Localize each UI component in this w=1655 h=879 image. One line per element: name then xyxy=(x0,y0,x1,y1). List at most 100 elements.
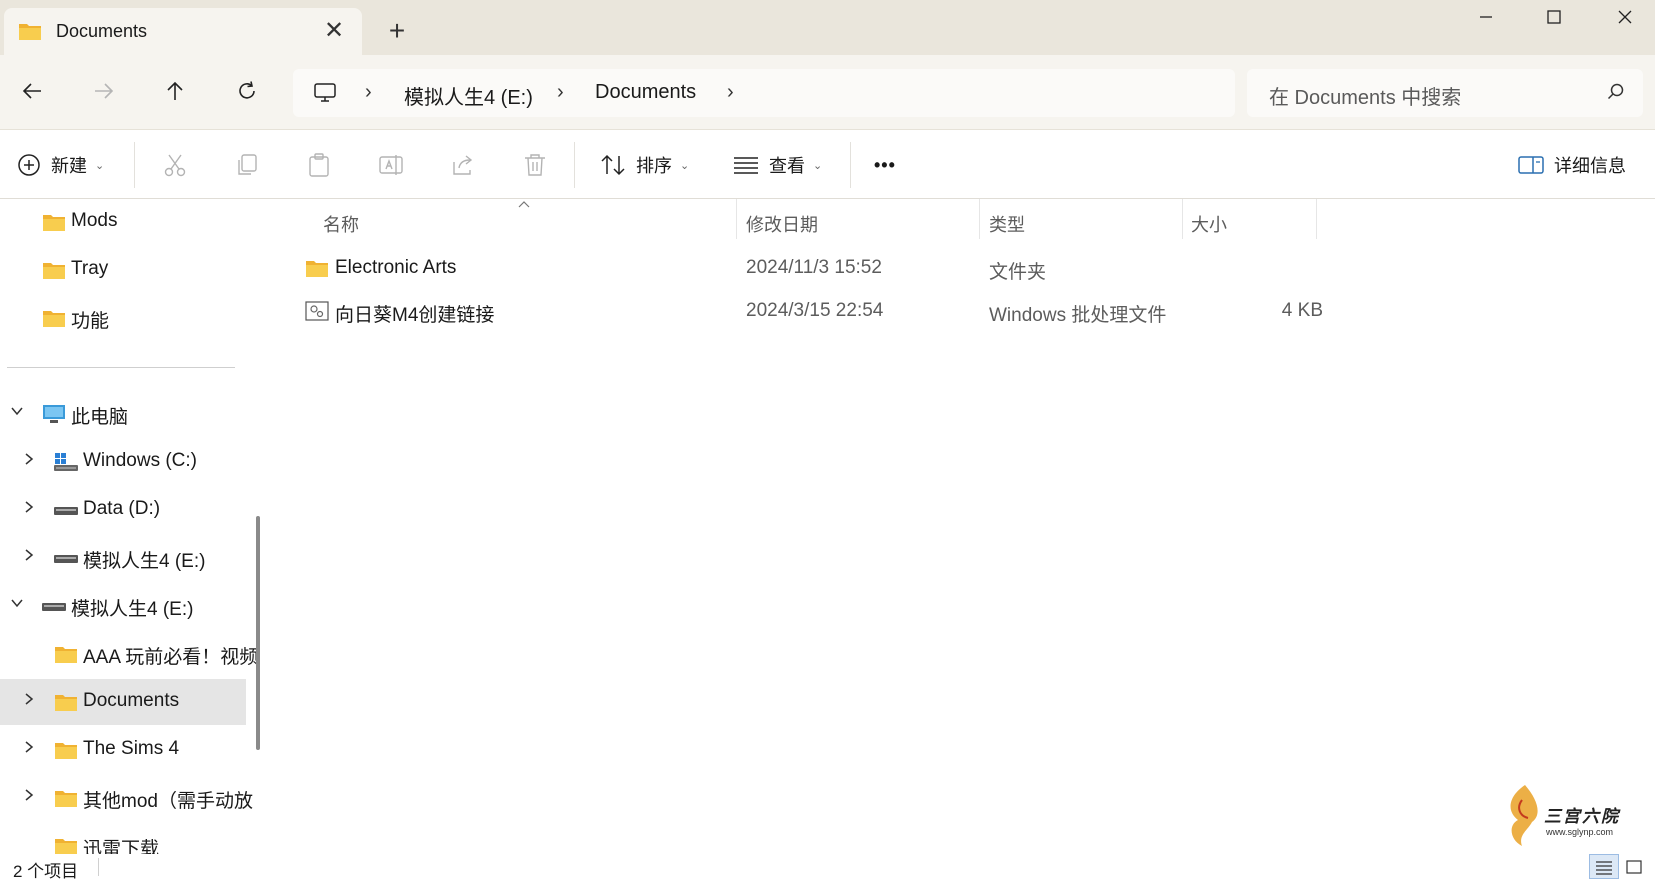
file-name[interactable]: 向日葵M4创建链接 xyxy=(335,300,494,327)
sidebar-item-label: Mods xyxy=(71,210,118,231)
column-header-name[interactable]: 名称 xyxy=(323,211,359,237)
computer-icon[interactable] xyxy=(313,82,337,109)
breadcrumb-separator[interactable]: › xyxy=(727,81,734,104)
status-bar: 2 个项目 xyxy=(0,854,1655,879)
sort-button[interactable]: 排序 ⌄ xyxy=(600,148,689,182)
sidebar-item-drive-d[interactable]: Data (D:) xyxy=(0,487,246,533)
sidebar-item-label: Documents xyxy=(83,690,180,711)
search-icon[interactable] xyxy=(1607,83,1625,106)
chevron-right-icon[interactable] xyxy=(19,452,39,472)
view-button-label: 查看 xyxy=(769,156,805,176)
column-header-modified[interactable]: 修改日期 xyxy=(746,211,818,237)
details-view-button[interactable] xyxy=(1589,854,1619,879)
sidebar-item-documents[interactable]: Documents xyxy=(0,679,246,725)
details-pane-button[interactable]: 详细信息 xyxy=(1518,148,1626,182)
delete-icon[interactable] xyxy=(520,150,550,180)
sidebar-item-the-sims-4[interactable]: The Sims 4 xyxy=(0,727,246,773)
close-window-button[interactable] xyxy=(1590,0,1655,38)
address-bar[interactable]: › 模拟人生4 (E:) › Documents › xyxy=(293,69,1235,117)
chevron-right-icon[interactable] xyxy=(19,500,39,520)
computer-icon xyxy=(42,404,66,429)
chevron-right-icon[interactable] xyxy=(19,740,39,760)
view-button[interactable]: 查看 ⌄ xyxy=(733,148,822,182)
file-modified: 2024/11/3 15:52 xyxy=(746,257,882,278)
arrow-up-icon xyxy=(167,81,183,100)
sidebar-item-label: 其他mod（需手动放 xyxy=(83,791,253,812)
sort-ascending-icon xyxy=(518,196,530,211)
details-view-icon xyxy=(1596,860,1612,875)
folder-icon xyxy=(42,308,66,333)
chevron-down-icon: ⌄ xyxy=(95,159,105,172)
sidebar-item-drive-e-root[interactable]: 模拟人生4 (E:) xyxy=(0,583,246,629)
cut-icon[interactable] xyxy=(160,150,190,180)
folder-icon xyxy=(42,212,66,237)
sidebar-item-aaa[interactable]: AAA 玩前必看！视频 xyxy=(0,631,258,677)
sidebar-item-label: 模拟人生4 (E:) xyxy=(71,599,194,620)
chevron-down-icon[interactable] xyxy=(7,404,27,424)
column-header-size[interactable]: 大小 xyxy=(1191,211,1227,237)
folder-icon xyxy=(42,260,66,285)
file-name[interactable]: Electronic Arts xyxy=(335,257,456,279)
refresh-icon xyxy=(239,81,255,99)
column-divider[interactable] xyxy=(1316,199,1317,239)
sidebar-item-drive-e[interactable]: 模拟人生4 (E:) xyxy=(0,535,246,581)
tiles-view-button[interactable] xyxy=(1619,854,1649,879)
breadcrumb-separator[interactable]: › xyxy=(365,81,372,104)
sidebar-scrollbar[interactable] xyxy=(256,516,260,750)
paste-icon[interactable] xyxy=(304,150,334,180)
chevron-right-icon[interactable] xyxy=(19,788,39,808)
copy-icon[interactable] xyxy=(232,150,262,180)
more-options-button[interactable]: ••• xyxy=(874,148,896,182)
drive-icon xyxy=(54,500,78,525)
tab-documents[interactable]: Documents ✕ xyxy=(4,8,362,55)
file-row[interactable]: 向日葵M4创建链接 2024/3/15 22:54 Windows 批处理文件 … xyxy=(273,290,1593,332)
folder-icon xyxy=(54,740,78,765)
close-tab-icon[interactable]: ✕ xyxy=(320,18,348,46)
column-header-type[interactable]: 类型 xyxy=(989,211,1025,237)
back-button[interactable] xyxy=(14,73,50,109)
breadcrumb-documents[interactable]: Documents xyxy=(595,81,696,104)
new-tab-button[interactable]: + xyxy=(382,16,412,46)
folder-icon xyxy=(54,644,78,669)
file-modified: 2024/3/15 22:54 xyxy=(746,300,884,321)
plus-circle-icon xyxy=(18,154,40,176)
search-box[interactable]: 在 Documents 中搜索 xyxy=(1247,69,1643,117)
breadcrumb-separator[interactable]: › xyxy=(557,81,564,104)
toolbar-divider xyxy=(134,142,135,188)
minimize-button[interactable] xyxy=(1451,0,1521,38)
file-type: Windows 批处理文件 xyxy=(989,305,1167,326)
column-divider[interactable] xyxy=(736,199,737,239)
details-pane-icon xyxy=(1518,156,1544,174)
sidebar-item-mods[interactable]: Mods xyxy=(0,199,246,245)
share-icon[interactable] xyxy=(448,150,478,180)
chevron-down-icon: ⌄ xyxy=(813,159,823,172)
sidebar-item-drive-c[interactable]: Windows (C:) xyxy=(0,439,246,485)
sidebar-item-label: Windows (C:) xyxy=(83,450,198,471)
chevron-down-icon[interactable] xyxy=(7,596,27,616)
maximize-button[interactable] xyxy=(1519,0,1589,38)
file-row[interactable]: Electronic Arts 2024/11/3 15:52 文件夹 xyxy=(273,247,1593,289)
batch-file-icon xyxy=(305,301,329,326)
file-type: 文件夹 xyxy=(989,262,1047,283)
sort-button-label: 排序 xyxy=(636,156,672,176)
search-placeholder[interactable]: 在 Documents 中搜索 xyxy=(1269,81,1461,110)
sidebar-item-this-pc[interactable]: 此电脑 xyxy=(0,391,246,437)
chevron-right-icon[interactable] xyxy=(19,692,39,712)
sidebar-item-other-mod[interactable]: 其他mod（需手动放 xyxy=(0,775,253,821)
refresh-button[interactable] xyxy=(229,73,265,109)
watermark-logo: 三宫六院 www.sglynp.com xyxy=(1500,780,1630,850)
rename-icon[interactable] xyxy=(376,150,406,180)
sidebar-item-thunder-download[interactable]: 迅雷下载 xyxy=(0,823,246,854)
chevron-right-icon[interactable] xyxy=(19,548,39,568)
column-divider[interactable] xyxy=(1182,199,1183,239)
new-button[interactable]: 新建 ⌄ xyxy=(17,148,104,182)
folder-icon xyxy=(54,788,78,813)
column-divider[interactable] xyxy=(979,199,980,239)
sidebar-item-tray[interactable]: Tray xyxy=(0,247,246,293)
up-button[interactable] xyxy=(157,73,193,109)
drive-icon xyxy=(54,548,78,573)
forward-button[interactable] xyxy=(86,73,122,109)
breadcrumb-drive[interactable]: 模拟人生4 (E:) xyxy=(404,81,533,110)
sidebar-item-label: 功能 xyxy=(71,311,110,332)
sidebar-item-features[interactable]: 功能 xyxy=(0,295,246,341)
